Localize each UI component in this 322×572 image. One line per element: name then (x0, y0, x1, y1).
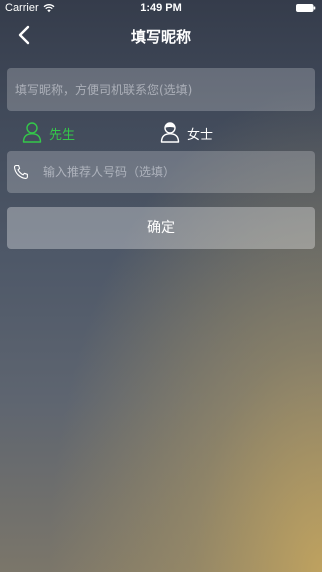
man-icon (22, 122, 42, 143)
referrer-field (7, 151, 315, 193)
gender-label-female: 女士 (187, 128, 214, 143)
nickname-field (7, 68, 315, 111)
page-title: 填写昵称 (130, 28, 191, 46)
status-time: 1:49 PM (140, 2, 182, 14)
woman-icon (160, 122, 180, 143)
battery-icon (296, 4, 316, 12)
status-bar: Carrier 1:49 PM (0, 0, 322, 16)
confirm-button[interactable]: 确定 (7, 207, 315, 249)
gender-label-male: 先生 (49, 128, 76, 143)
nav-bar: 填写昵称 (0, 16, 322, 54)
screen: Carrier 1:49 PM 填写昵称 先生 (0, 0, 322, 572)
nickname-input[interactable] (15, 68, 307, 111)
gender-option-male[interactable]: 先生 (22, 120, 92, 144)
referrer-phone-input[interactable] (43, 151, 307, 193)
phone-icon (13, 164, 28, 179)
gender-option-female[interactable]: 女士 (160, 120, 230, 144)
